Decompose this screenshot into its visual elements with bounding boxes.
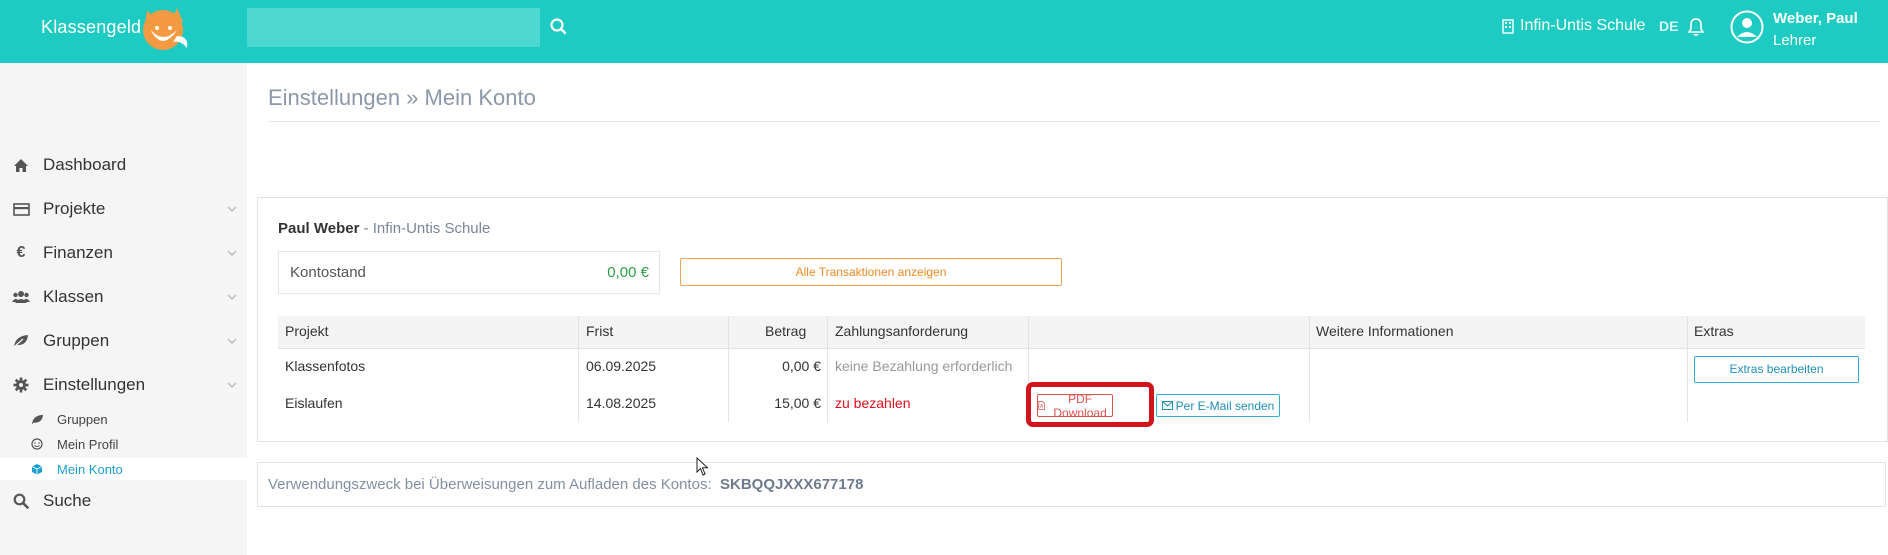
- account-owner: Paul Weber - Infin-Untis Schule: [278, 220, 490, 237]
- chevron-down-icon: [227, 294, 237, 300]
- school-name: Infin-Untis Schule: [1520, 17, 1646, 34]
- cell-anforderung: zu bezahlen: [835, 395, 911, 411]
- column-header-betrag: Betrag: [765, 323, 807, 339]
- sidebar-item-suche[interactable]: Suche: [0, 481, 247, 521]
- home-icon: [12, 156, 30, 174]
- transfer-purpose-code: SKBQQJXXX677178: [720, 476, 864, 493]
- sidebar-item-label: Projekte: [43, 199, 106, 218]
- brand-name[interactable]: Klassengeld: [41, 17, 141, 38]
- cell-anforderung: keine Bezahlung erforderlich: [835, 358, 1013, 374]
- balance-label: Kontostand: [290, 264, 366, 281]
- cell-frist: 14.08.2025: [586, 395, 657, 411]
- sidebar-item-finanzen[interactable]: € Finanzen: [0, 233, 247, 273]
- sidebar-subitem-label: Mein Konto: [57, 461, 123, 477]
- gear-icon: [12, 376, 30, 394]
- chevron-down-icon: [227, 338, 237, 344]
- cell-betrag: 15,00 €: [774, 395, 821, 411]
- user-name[interactable]: Weber, Paul: [1773, 10, 1858, 27]
- column-divider: [1309, 316, 1310, 422]
- title-divider: [268, 121, 1881, 122]
- search-icon[interactable]: [548, 16, 570, 38]
- top-bar: Klassengeld Infin-Untis Schule DE Weber,…: [0, 0, 1888, 63]
- cell-frist: 06.09.2025: [586, 358, 657, 374]
- row-divider: [278, 348, 1865, 349]
- send-email-label: Per E-Mail senden: [1175, 398, 1275, 413]
- sidebar-subitem-label: Mein Profil: [57, 436, 119, 452]
- sidebar-subitem-mein-konto[interactable]: Mein Konto: [0, 458, 247, 480]
- owner-school: - Infin-Untis Schule: [363, 220, 491, 237]
- highlight-box: [1026, 382, 1154, 427]
- column-header-projekt: Projekt: [285, 323, 329, 339]
- sidebar-subitem-gruppen[interactable]: Gruppen: [0, 408, 247, 430]
- sidebar-item-label: Klassen: [43, 287, 104, 306]
- user-role: Lehrer: [1773, 32, 1817, 49]
- edit-extras-button[interactable]: Extras bearbeiten: [1694, 356, 1859, 383]
- sidebar-subitem-mein-profil[interactable]: Mein Profil: [0, 433, 247, 455]
- school-switcher[interactable]: Infin-Untis Schule: [1502, 17, 1645, 35]
- building-icon: [1502, 18, 1514, 34]
- credit-card-icon: [12, 200, 30, 218]
- column-divider: [1687, 316, 1688, 422]
- sidebar-item-projekte[interactable]: Projekte: [0, 189, 247, 229]
- page-title: Einstellungen » Mein Konto: [268, 85, 536, 110]
- show-transactions-button[interactable]: Alle Transaktionen anzeigen: [680, 258, 1062, 286]
- leaf-icon: [12, 332, 30, 350]
- chevron-down-icon: [227, 382, 237, 388]
- column-header-frist: Frist: [586, 323, 614, 339]
- owner-name: Paul Weber: [278, 220, 360, 237]
- mouse-cursor-icon: [696, 457, 709, 476]
- leaf-icon: [30, 412, 44, 426]
- column-divider: [578, 316, 579, 422]
- bell-icon[interactable]: [1686, 16, 1706, 38]
- sidebar-item-einstellungen[interactable]: Einstellungen: [0, 365, 247, 405]
- sidebar-item-dashboard[interactable]: Dashboard: [0, 145, 247, 185]
- column-header-extras: Extras: [1694, 323, 1734, 339]
- sidebar-item-label: Dashboard: [43, 155, 127, 174]
- cell-projekt: Klassenfotos: [285, 358, 366, 374]
- search-input[interactable]: [247, 8, 540, 47]
- euro-icon: €: [16, 244, 26, 261]
- balance-box: Kontostand 0,00 €: [278, 251, 660, 294]
- avatar-icon[interactable]: [1730, 10, 1764, 44]
- sidebar-item-label: Suche: [43, 491, 92, 510]
- sidebar-subitem-label: Gruppen: [57, 411, 108, 427]
- sidebar-item-label: Einstellungen: [43, 375, 146, 394]
- smile-icon: [30, 437, 44, 451]
- column-divider: [827, 316, 828, 422]
- sidebar-item-gruppen[interactable]: Gruppen: [0, 321, 247, 361]
- table-header: [278, 316, 1865, 348]
- column-header-weitere-informationen: Weitere Informationen: [1316, 323, 1454, 339]
- column-header-zahlungsanforderung: Zahlungsanforderung: [835, 323, 969, 339]
- users-icon: [12, 288, 30, 306]
- chevron-down-icon: [227, 206, 237, 212]
- sidebar-item-label: Gruppen: [43, 331, 110, 350]
- envelope-icon: [1161, 401, 1173, 410]
- language-switch[interactable]: DE: [1659, 18, 1678, 34]
- balance-value: 0,00 €: [607, 264, 649, 281]
- cube-icon: [30, 462, 44, 476]
- transfer-purpose-label: Verwendungszweck bei Überweisungen zum A…: [268, 476, 712, 493]
- fox-logo-icon[interactable]: [137, 4, 191, 52]
- send-email-button[interactable]: Per E-Mail senden: [1156, 394, 1280, 417]
- cell-betrag: 0,00 €: [782, 358, 821, 374]
- chevron-down-icon: [227, 250, 237, 256]
- cell-projekt: Eislaufen: [285, 395, 343, 411]
- search-icon: [12, 492, 30, 510]
- sidebar-item-klassen[interactable]: Klassen: [0, 277, 247, 317]
- column-divider: [728, 316, 729, 422]
- sidebar-item-label: Finanzen: [43, 243, 113, 262]
